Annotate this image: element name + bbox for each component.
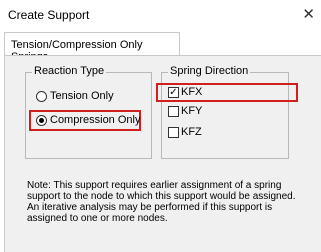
tension-only-label: Tension Only	[50, 90, 114, 102]
check-mark-icon: ✓	[169, 86, 178, 98]
close-icon[interactable]: ✕	[302, 5, 315, 23]
compression-only-option[interactable]: Compression Only	[36, 114, 140, 126]
kfz-checkbox[interactable]	[168, 126, 179, 138]
note-line-3: An iterative analysis may be performed i…	[27, 202, 273, 213]
tension-only-option[interactable]: Tension Only	[36, 90, 114, 102]
title-bar: Create Support ✕	[0, 0, 321, 30]
radio-tension-only[interactable]	[36, 90, 47, 102]
note-line-2: support to the node to which this suppor…	[27, 191, 296, 202]
tab-tension-compression[interactable]: Tension/Compression Only Springs.	[4, 32, 180, 63]
kfz-label: KFZ	[181, 126, 202, 138]
window-title: Create Support	[8, 8, 90, 22]
compression-only-label: Compression Only	[50, 114, 141, 126]
kfy-option[interactable]: KFY	[168, 105, 202, 117]
kfz-option[interactable]: KFZ	[168, 126, 202, 138]
kfx-label: KFX	[181, 86, 203, 98]
reaction-type-legend: Reaction Type	[32, 65, 107, 77]
kfy-checkbox[interactable]	[168, 105, 179, 117]
note-text: Note: This support requires earlier assi…	[27, 180, 307, 224]
radio-compression-only[interactable]	[36, 114, 47, 126]
kfx-checkbox[interactable]: ✓	[168, 86, 179, 98]
note-line-1: Note: This support requires earlier assi…	[27, 180, 282, 191]
kfx-option[interactable]: ✓ KFX	[168, 86, 202, 98]
note-line-4: assigned to one or more nodes.	[27, 213, 168, 224]
kfy-label: KFY	[181, 105, 203, 117]
spring-direction-legend: Spring Direction	[168, 65, 251, 77]
